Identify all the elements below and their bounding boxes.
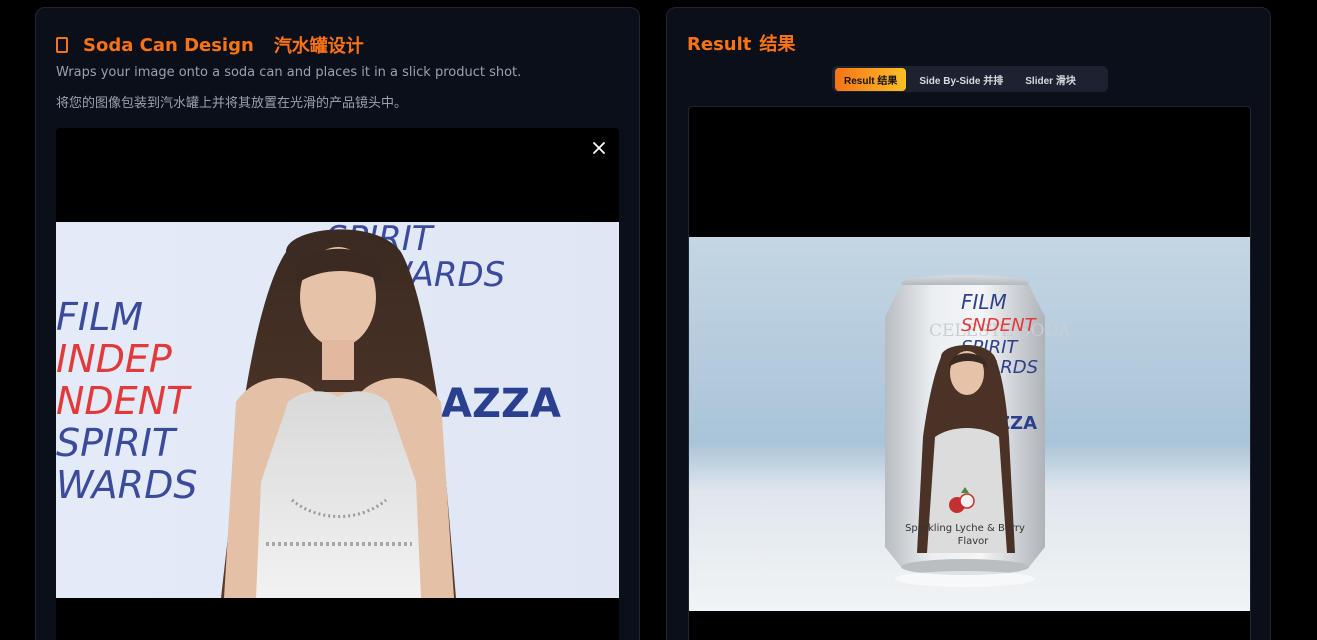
app-page: Soda Can Design 汽水罐设计 Wraps your image o… bbox=[0, 0, 1317, 640]
input-panel: Soda Can Design 汽水罐设计 Wraps your image o… bbox=[35, 7, 640, 640]
description-cn: 将您的图像包装到汽水罐上并将其放置在光滑的产品镜头中。 bbox=[56, 96, 408, 111]
backdrop-text-1: FILM bbox=[56, 295, 143, 339]
can-text-1: FILM bbox=[961, 290, 1007, 314]
result-title-cn: 结果 bbox=[759, 34, 796, 55]
can-text-2: SNDENT bbox=[961, 315, 1038, 336]
result-panel: Result 结果 Result 结果 Side By-Side 并排 Slide… bbox=[666, 7, 1271, 640]
view-mode-tabs: Result 结果 Side By-Side 并排 Slider 滑块 bbox=[832, 66, 1108, 92]
tab-result[interactable]: Result 结果 bbox=[835, 67, 907, 91]
image-upload-area[interactable]: SPIRIT AWARDS FILM INDEP NDENT SPIRIT WA… bbox=[56, 128, 619, 640]
title-en: Soda Can Design bbox=[83, 34, 254, 56]
backdrop-text-3: NDENT bbox=[56, 379, 192, 423]
backdrop-text-2: INDEP bbox=[56, 337, 172, 381]
can-flavor-line2: Flavor bbox=[958, 536, 990, 547]
can-icon bbox=[56, 37, 68, 53]
description-en: Wraps your image onto a soda can and pla… bbox=[56, 65, 522, 80]
panel-title: Soda Can Design 汽水罐设计 bbox=[56, 32, 364, 58]
result-title-en: Result bbox=[687, 34, 752, 55]
result-title: Result 结果 bbox=[687, 30, 795, 56]
remove-image-button[interactable] bbox=[589, 138, 609, 158]
can-flavor-line1: Sparkling Lyche & Berry bbox=[905, 523, 1025, 534]
tab-slider[interactable]: Slider 滑块 bbox=[1016, 68, 1085, 91]
close-icon bbox=[593, 142, 605, 154]
result-image: CELESTE SODA FILM SNDENT SPIRIT WARDS ZZ… bbox=[689, 237, 1250, 611]
result-image-area: CELESTE SODA FILM SNDENT SPIRIT WARDS ZZ… bbox=[688, 106, 1251, 640]
sponsor-text: AZZA bbox=[441, 381, 561, 427]
title-cn: 汽水罐设计 bbox=[273, 36, 364, 57]
tab-side-by-side[interactable]: Side By-Side 并排 bbox=[910, 68, 1012, 91]
backdrop-text-5: WARDS bbox=[56, 463, 197, 507]
backdrop-text-4: SPIRIT bbox=[56, 421, 178, 465]
uploaded-photo: SPIRIT AWARDS FILM INDEP NDENT SPIRIT WA… bbox=[56, 222, 619, 598]
